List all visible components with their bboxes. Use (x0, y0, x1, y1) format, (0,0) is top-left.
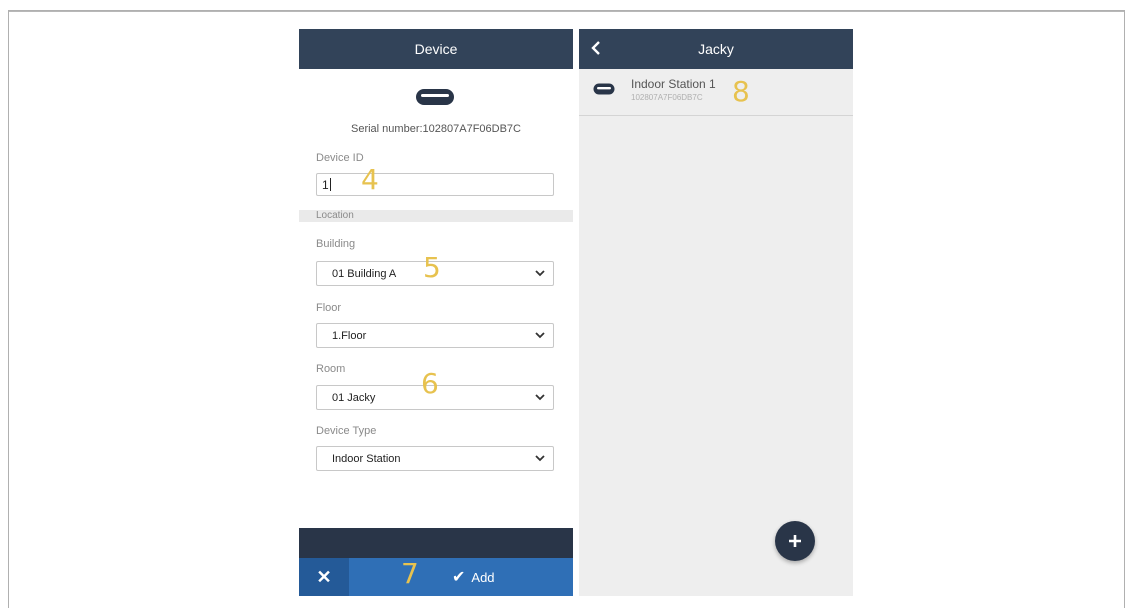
serial-number: Serial number:102807A7F06DB7C (351, 123, 521, 135)
device-id-label: Device ID (316, 152, 364, 164)
add-button-label: Add (471, 569, 495, 585)
cancel-button[interactable]: ✕ (299, 558, 349, 596)
device-icon (416, 89, 454, 105)
device-type-select[interactable]: Indoor Station (316, 446, 554, 471)
device-icon (593, 83, 615, 95)
room-header: Jacky (579, 29, 853, 69)
location-section-label: Location (316, 210, 354, 221)
device-panel: Device Serial number:102807A7F06DB7C Dev… (299, 29, 573, 596)
callout-7: 7 (401, 557, 419, 590)
device-id-value: 1 (322, 177, 329, 192)
room-header-title: Jacky (698, 41, 734, 57)
callout-4: 4 (361, 163, 379, 196)
device-type-label: Device Type (316, 425, 377, 437)
chevron-down-icon (535, 270, 545, 277)
list-item-title: Indoor Station 1 (631, 77, 716, 91)
device-id-input[interactable]: 1 (316, 173, 554, 196)
callout-5: 5 (423, 251, 441, 284)
chevron-down-icon (535, 455, 545, 462)
floor-select[interactable]: 1.Floor (316, 323, 554, 348)
add-device-fab[interactable] (775, 521, 815, 561)
text-cursor (329, 178, 331, 191)
list-item-serial: 102807A7F06DB7C (631, 93, 703, 102)
device-header: Device (299, 29, 573, 69)
chevron-left-icon[interactable] (591, 40, 601, 56)
location-section-header: Location (299, 210, 573, 222)
close-icon: ✕ (316, 566, 332, 587)
check-icon: ✔ (452, 569, 466, 586)
device-header-title: Device (414, 41, 458, 57)
chevron-down-icon (535, 394, 545, 401)
floor-label: Floor (316, 302, 342, 314)
building-value: 01 Building A (332, 267, 397, 280)
add-button[interactable]: ✔ Add (452, 558, 495, 596)
callout-8: 8 (732, 75, 750, 108)
callout-6: 6 (421, 367, 439, 400)
plus-icon (789, 535, 801, 547)
device-type-value: Indoor Station (332, 452, 401, 465)
floor-value: 1.Floor (332, 329, 367, 342)
list-item[interactable]: Indoor Station 1 102807A7F06DB7C (579, 69, 853, 116)
action-footer: ✕ ✔ Add (299, 558, 573, 596)
footer-separator (299, 528, 573, 558)
chevron-down-icon (535, 332, 545, 339)
room-label: Room (316, 363, 346, 375)
room-panel: Jacky Indoor Station 1 102807A7F06DB7C (579, 29, 853, 596)
building-label: Building (316, 238, 356, 250)
room-value: 01 Jacky (332, 391, 376, 404)
